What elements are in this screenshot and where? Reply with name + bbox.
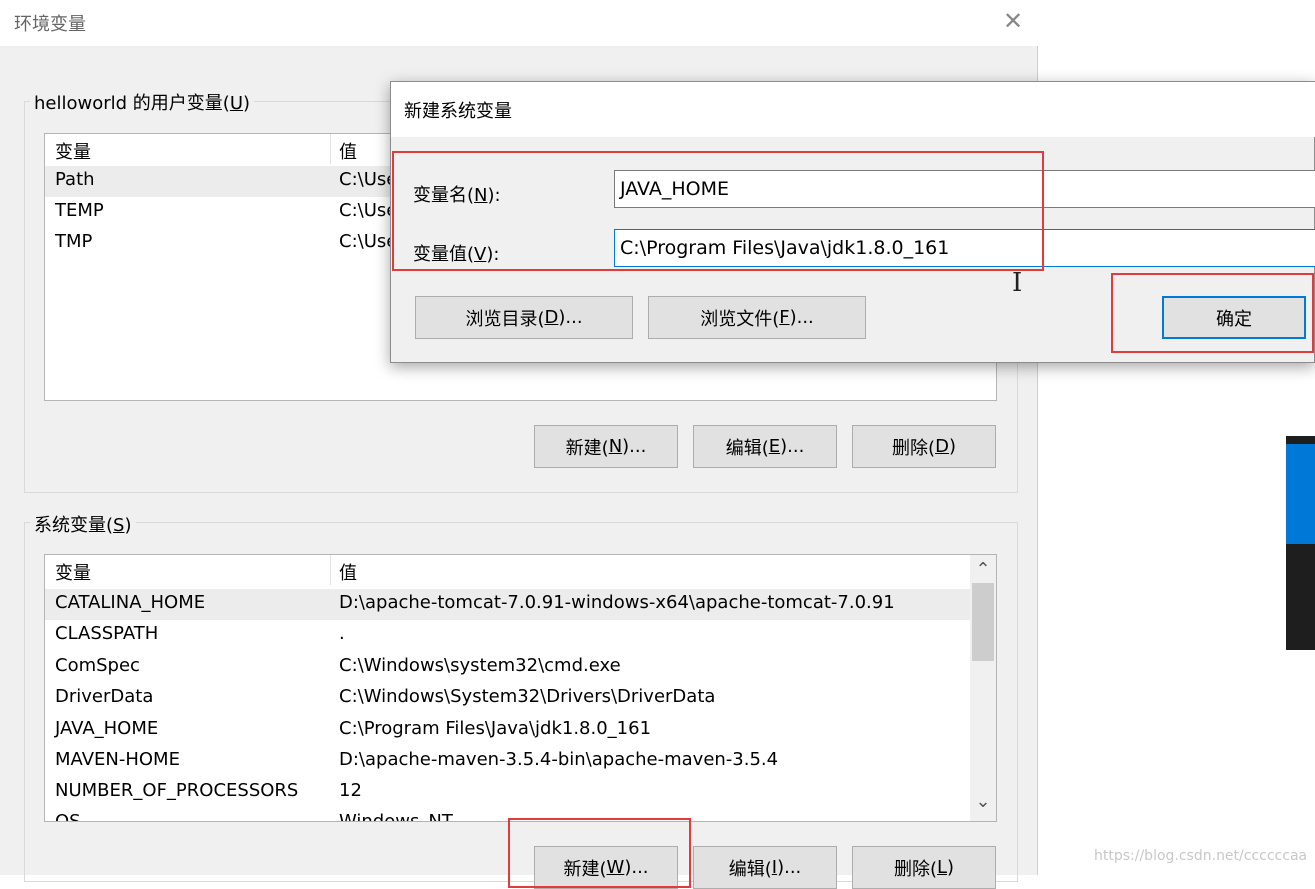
browse-file-button[interactable]: 浏览文件(F)... <box>648 296 866 339</box>
row-variable-value: C:\Program Files\Java\jdk1.8.0_161 <box>339 718 652 739</box>
row-variable-value: . <box>339 623 345 644</box>
column-header-value[interactable]: 值 <box>339 138 357 164</box>
highlight-ok-button <box>1111 273 1314 353</box>
row-variable-name: TEMP <box>55 200 104 221</box>
vertical-scrollbar[interactable]: ⌃ ⌄ <box>970 555 996 821</box>
row-variable-value: C:\Use <box>339 231 398 252</box>
user-delete-button[interactable]: 删除(D) <box>852 425 996 468</box>
row-variable-value: 12 <box>339 780 362 801</box>
column-header-value[interactable]: 值 <box>339 559 357 585</box>
user-new-button[interactable]: 新建(N)... <box>534 425 678 468</box>
row-variable-value: Windows_NT <box>339 811 453 822</box>
browse-directory-button[interactable]: 浏览目录(D)... <box>415 296 633 339</box>
row-variable-name: MAVEN-HOME <box>55 749 180 770</box>
scroll-up-icon[interactable]: ⌃ <box>970 555 996 581</box>
column-header-variable[interactable]: 变量 <box>55 559 91 585</box>
row-variable-name: OS <box>55 811 81 822</box>
table-row[interactable]: NUMBER_OF_PROCESSORS 12 <box>45 777 970 808</box>
table-row[interactable]: CLASSPATH . <box>45 620 970 651</box>
table-row[interactable]: MAVEN-HOME D:\apache-maven-3.5.4-bin\apa… <box>45 746 970 777</box>
user-edit-button[interactable]: 编辑(E)... <box>693 425 837 468</box>
row-variable-name: NUMBER_OF_PROCESSORS <box>55 780 299 801</box>
highlight-new-button <box>508 818 691 888</box>
dialog-titlebar: 新建系统变量 <box>391 82 1315 137</box>
dialog-titlebar: 环境变量 ✕ <box>0 0 1038 46</box>
system-variables-label: 系统变量(S) <box>30 511 136 537</box>
row-variable-name: Path <box>55 169 95 190</box>
highlight-variable-fields <box>392 151 1044 271</box>
table-row[interactable]: JAVA_HOME C:\Program Files\Java\jdk1.8.0… <box>45 715 970 746</box>
row-variable-name: TMP <box>55 231 93 252</box>
list-header: 变量 值 <box>45 555 968 587</box>
column-header-variable[interactable]: 变量 <box>55 138 91 164</box>
system-variables-list[interactable]: 变量 值 CATALINA_HOME D:\apache-tomcat-7.0.… <box>44 554 997 822</box>
close-icon[interactable]: ✕ <box>996 4 1030 38</box>
system-edit-button[interactable]: 编辑(I)... <box>693 846 837 889</box>
row-variable-value: D:\apache-maven-3.5.4-bin\apache-maven-3… <box>339 749 779 770</box>
row-variable-name: DriverData <box>55 686 154 707</box>
table-row[interactable]: DriverData C:\Windows\System32\Drivers\D… <box>45 683 970 714</box>
row-variable-value: D:\apache-tomcat-7.0.91-windows-x64\apac… <box>339 592 895 613</box>
table-row[interactable]: ComSpec C:\Windows\system32\cmd.exe <box>45 652 970 683</box>
row-variable-value: C:\Use <box>339 200 398 221</box>
user-variables-label: helloworld 的用户变量(U) <box>30 89 255 115</box>
system-delete-button[interactable]: 删除(L) <box>852 846 996 889</box>
text-cursor-icon: I <box>1012 268 1023 298</box>
dialog-title: 新建系统变量 <box>404 101 512 122</box>
background-window-accent <box>1286 444 1315 544</box>
row-variable-value: C:\Use <box>339 169 398 190</box>
watermark: https://blog.csdn.net/ccccccaa <box>1094 848 1308 864</box>
dialog-title: 环境变量 <box>14 14 86 35</box>
row-variable-name: CATALINA_HOME <box>55 592 206 613</box>
row-variable-name: CLASSPATH <box>55 623 159 644</box>
table-row[interactable]: CATALINA_HOME D:\apache-tomcat-7.0.91-wi… <box>45 589 970 620</box>
row-variable-value: C:\Windows\System32\Drivers\DriverData <box>339 686 716 707</box>
scrollbar-thumb[interactable] <box>972 583 994 661</box>
scroll-down-icon[interactable]: ⌄ <box>970 793 996 819</box>
row-variable-name: JAVA_HOME <box>55 718 159 739</box>
new-system-variable-dialog: 新建系统变量 变量名(N): JAVA_HOME 变量值(V): C:\Prog… <box>390 81 1315 363</box>
row-variable-value: C:\Windows\system32\cmd.exe <box>339 655 621 676</box>
row-variable-name: ComSpec <box>55 655 140 676</box>
